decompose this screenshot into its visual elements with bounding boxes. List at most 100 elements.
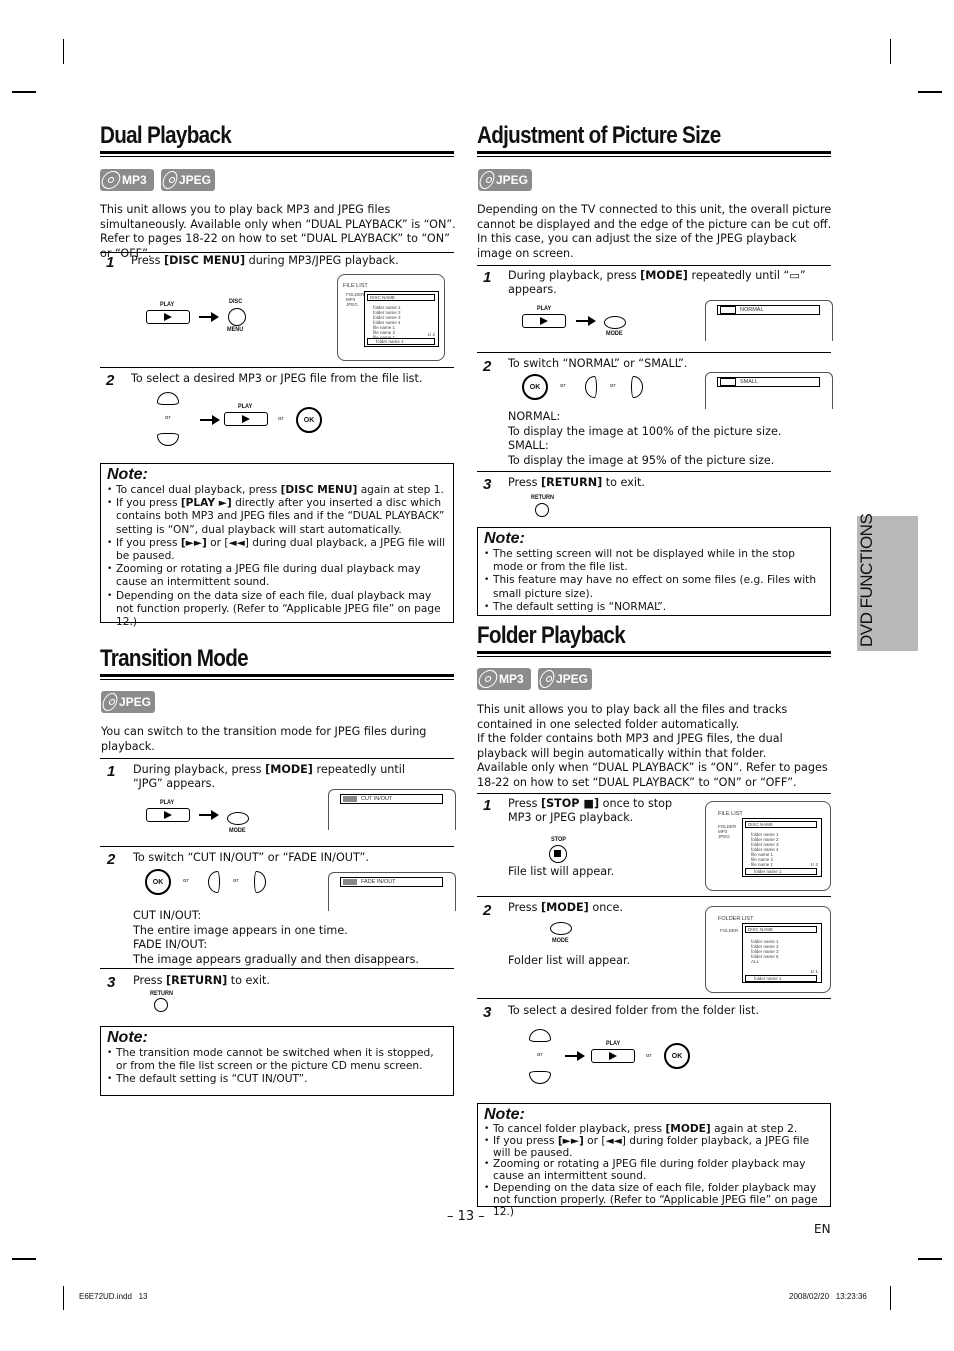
crop-mark bbox=[63, 1286, 64, 1310]
note-item: This feature may have no effect on some … bbox=[484, 574, 824, 600]
file-list-screen: FILE LIST FOLDER MP3 JPEG DISC NAME fold… bbox=[337, 274, 445, 361]
down-button[interactable] bbox=[529, 1071, 551, 1084]
right-button[interactable] bbox=[631, 376, 643, 398]
mode-label: MODE bbox=[229, 827, 246, 834]
stop-button[interactable] bbox=[549, 845, 567, 863]
play-button[interactable] bbox=[591, 1049, 635, 1063]
play-label: PLAY bbox=[160, 799, 175, 806]
disc-icon bbox=[160, 171, 180, 189]
desc-line: NORMAL: bbox=[508, 410, 561, 423]
left-button[interactable] bbox=[208, 871, 220, 893]
up-button[interactable] bbox=[529, 1029, 551, 1042]
note-box: Note: To cancel folder playback, press [… bbox=[477, 1103, 831, 1217]
section-side-tab: DVD FUNCTIONS bbox=[857, 514, 918, 651]
step-text: Press [MODE] once. bbox=[508, 901, 623, 914]
ok-button[interactable]: OK bbox=[296, 407, 322, 433]
note-title: Note: bbox=[484, 1106, 525, 1123]
ok-button[interactable]: OK bbox=[145, 869, 171, 895]
title-rule bbox=[100, 151, 454, 157]
note-item: The transition mode cannot be switched w… bbox=[107, 1047, 447, 1073]
note-item: The default setting is “NORMAL”. bbox=[484, 601, 824, 614]
or-label: or bbox=[278, 416, 284, 422]
mode-button[interactable] bbox=[604, 316, 626, 329]
current-item-bar: folder name 1 bbox=[745, 975, 817, 982]
disc-menu-button[interactable] bbox=[228, 308, 246, 326]
play-label: PLAY bbox=[238, 403, 253, 410]
ok-button[interactable]: OK bbox=[664, 1043, 690, 1069]
file-list-legend: FOLDER MP3 JPEG bbox=[718, 824, 736, 839]
text: during MP3/JPEG playback. bbox=[245, 254, 399, 267]
file-list-box: DISC NAME folder name 1 folder name 2 fo… bbox=[742, 818, 822, 877]
osd-picture-size: SMALL bbox=[717, 377, 820, 387]
note-item: Depending on the data size of each file,… bbox=[484, 1182, 824, 1218]
crop-mark bbox=[63, 39, 64, 64]
note-item: If you press [►►] or [◄◄] during dual pl… bbox=[107, 537, 447, 563]
or-label: or bbox=[537, 1052, 543, 1058]
note-box: Note: The transition mode cannot be swit… bbox=[100, 1026, 454, 1096]
disc-icon bbox=[537, 670, 557, 688]
note-item: Zooming or rotating a JPEG file during d… bbox=[107, 563, 447, 589]
note-title: Note: bbox=[107, 466, 148, 483]
up-button[interactable] bbox=[157, 392, 179, 405]
language-label: EN bbox=[814, 1222, 831, 1236]
step-text: Press [RETURN] to exit. bbox=[508, 476, 645, 489]
note-item: To cancel dual playback, press [DISC MEN… bbox=[107, 484, 447, 497]
note-list: The transition mode cannot be switched w… bbox=[107, 1047, 447, 1087]
picture-size-description: NORMAL: To display the image at 100% of … bbox=[508, 410, 818, 468]
transition-intro: You can switch to the transition mode fo… bbox=[101, 725, 427, 753]
jpg-icon bbox=[343, 879, 357, 885]
note-list: To cancel dual playback, press [DISC MEN… bbox=[107, 484, 447, 629]
step-after-text: Folder list will appear. bbox=[508, 954, 631, 967]
return-button[interactable] bbox=[154, 998, 168, 1012]
step-text: Press [STOP ■] once to stop MP3 or JPEG … bbox=[508, 797, 673, 824]
list-item[interactable]: file name 1 bbox=[751, 862, 779, 867]
play-button[interactable] bbox=[522, 314, 566, 328]
legend-jpeg: JPEG bbox=[718, 834, 730, 839]
ok-button[interactable]: OK bbox=[522, 374, 548, 400]
play-button[interactable] bbox=[224, 412, 268, 426]
jpg-icon bbox=[343, 796, 357, 802]
or-label: or bbox=[560, 383, 566, 389]
step-number: 2 bbox=[107, 851, 116, 868]
legend-jpeg: JPEG bbox=[346, 302, 358, 307]
list-item[interactable]: ALL bbox=[751, 959, 779, 964]
button-ref: [DISC MENU] bbox=[164, 254, 246, 267]
osd-text: FADE IN/OUT bbox=[361, 879, 396, 885]
osd-transition: FADE IN/OUT bbox=[340, 877, 443, 887]
play-button[interactable] bbox=[146, 808, 190, 822]
osd-text: CUT IN/OUT bbox=[361, 796, 393, 802]
mp3-badge: MP3 bbox=[99, 169, 154, 191]
return-button[interactable] bbox=[535, 503, 549, 517]
step-number: 1 bbox=[106, 254, 115, 271]
folder-list-title: FOLDER LIST bbox=[718, 916, 754, 922]
mode-button[interactable] bbox=[227, 812, 249, 825]
step-text: To select a desired MP3 or JPEG file fro… bbox=[131, 372, 423, 385]
note-title: Note: bbox=[107, 1029, 148, 1046]
note-item: Depending on the data size of each file,… bbox=[107, 590, 447, 630]
text: Press bbox=[131, 254, 164, 267]
play-button[interactable] bbox=[146, 310, 190, 324]
step-number: 2 bbox=[483, 358, 492, 375]
note-item: If you press [PLAY ►] directly after you… bbox=[107, 497, 447, 537]
transition-description: CUT IN/OUT: The entire image appears in … bbox=[133, 909, 443, 967]
mode-button[interactable] bbox=[550, 922, 572, 935]
footer-timestamp: 2008/02/20 13:23:36 bbox=[789, 1292, 867, 1301]
left-button[interactable] bbox=[585, 376, 597, 398]
crop-mark bbox=[12, 91, 36, 93]
step-text: During playback, press [MODE] repeatedly… bbox=[508, 269, 806, 296]
current-item-bar: folder name 1 bbox=[745, 868, 817, 875]
badge-label: JPEG bbox=[495, 173, 528, 187]
desc-line: SMALL: bbox=[508, 439, 549, 452]
jpeg-badge: JPEG bbox=[477, 169, 532, 191]
down-button[interactable] bbox=[157, 433, 179, 446]
current-item: folder name 1 bbox=[376, 339, 404, 344]
or-label: or bbox=[183, 878, 189, 884]
step-number: 3 bbox=[483, 476, 492, 493]
or-label: or bbox=[233, 878, 239, 884]
step-text: Press [RETURN] to exit. bbox=[133, 974, 270, 987]
divider bbox=[477, 998, 831, 999]
desc-line: To display the image at 95% of the pictu… bbox=[508, 453, 775, 467]
note-item: The setting screen will not be displayed… bbox=[484, 548, 824, 574]
badge-label: JPEG bbox=[118, 695, 151, 709]
right-button[interactable] bbox=[254, 871, 266, 893]
